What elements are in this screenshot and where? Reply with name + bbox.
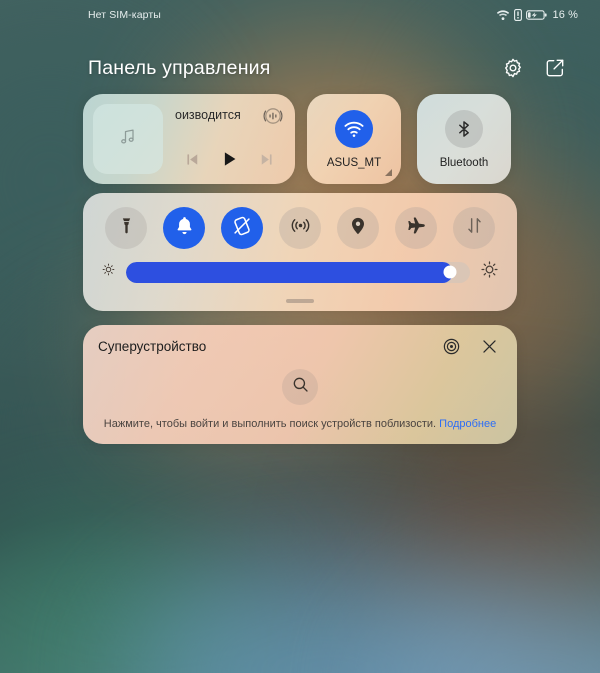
superdevice-more-link[interactable]: Подробнее [439, 418, 496, 430]
toggle-row [83, 205, 517, 251]
brightness-row [83, 257, 517, 287]
tile-wifi-inner: ASUS_MT [307, 94, 401, 184]
brightness-high-icon [480, 260, 499, 284]
toggle-location[interactable] [337, 207, 379, 249]
superdevice-search-button[interactable] [282, 369, 318, 405]
battery-percent-label: 16 % [552, 9, 578, 21]
hotspot-icon [290, 215, 311, 241]
quick-toggles-card [83, 193, 517, 311]
media-track-title: оизводится [175, 108, 241, 122]
play-icon[interactable] [214, 144, 244, 174]
toggle-ring-mode[interactable] [163, 207, 205, 249]
status-icons: 16 % [496, 9, 578, 21]
superdevice-hint-text: Нажмите, чтобы войти и выполнить поиск у… [103, 418, 437, 430]
next-track-icon[interactable] [251, 144, 281, 174]
media-controls [169, 142, 289, 176]
superdevice-title: Суперустройство [98, 338, 207, 354]
edit-square-icon[interactable] [540, 53, 570, 83]
previous-track-icon[interactable] [177, 144, 207, 174]
superdevice-card[interactable]: Суперустройство Нажмите, чтобы войти и в… [83, 325, 517, 444]
toggle-hotspot[interactable] [279, 207, 321, 249]
flashlight-icon [117, 216, 136, 240]
rotation-lock-icon [231, 215, 253, 242]
audio-output-icon[interactable] [261, 104, 285, 128]
close-icon[interactable] [476, 333, 502, 359]
superdevice-header: Суперустройство [83, 333, 517, 359]
album-art-placeholder [93, 104, 163, 174]
toggle-flashlight[interactable] [105, 207, 147, 249]
wifi-icon [335, 109, 373, 148]
carrier-label: Нет SIM-карты [88, 9, 161, 21]
target-icon[interactable] [438, 333, 464, 359]
airplane-icon [406, 215, 427, 241]
search-icon [291, 375, 310, 399]
brightness-low-icon [101, 262, 116, 282]
gear-icon[interactable] [498, 53, 528, 83]
control-panel-header: Панель управления [0, 46, 600, 90]
superdevice-card-inner: Суперустройство Нажмите, чтобы войти и в… [83, 325, 517, 444]
toggle-mobile-data[interactable] [453, 207, 495, 249]
brightness-knob[interactable] [443, 265, 457, 279]
battery-charging-icon [525, 9, 547, 21]
bluetooth-icon [445, 109, 483, 148]
alert-badge-icon [513, 9, 522, 21]
bell-icon [174, 215, 195, 241]
data-transfer-icon [465, 216, 484, 240]
media-card-inner: оизводится [83, 94, 295, 184]
toggle-airplane-mode[interactable] [395, 207, 437, 249]
toggles-card-inner [83, 193, 517, 311]
tile-wifi[interactable]: ASUS_MT [307, 94, 401, 184]
brightness-slider[interactable] [126, 261, 470, 283]
media-player-card[interactable]: оизводится [83, 94, 295, 184]
tile-bluetooth-inner: Bluetooth [417, 94, 511, 184]
toggle-rotation-lock[interactable] [221, 207, 263, 249]
music-note-icon [118, 127, 138, 152]
superdevice-hint: Нажмите, чтобы войти и выполнить поиск у… [83, 418, 517, 430]
page-title: Панель управления [88, 56, 271, 79]
wifi-alert-icon [496, 9, 510, 21]
tile-wifi-label: ASUS_MT [326, 156, 382, 169]
status-bar: Нет SIM-карты 16 % [0, 0, 600, 30]
location-pin-icon [348, 216, 368, 241]
panel-drag-handle[interactable] [286, 299, 314, 303]
tile-bluetooth[interactable]: Bluetooth [417, 94, 511, 184]
tile-bluetooth-label: Bluetooth [439, 156, 489, 169]
brightness-fill [126, 261, 453, 283]
